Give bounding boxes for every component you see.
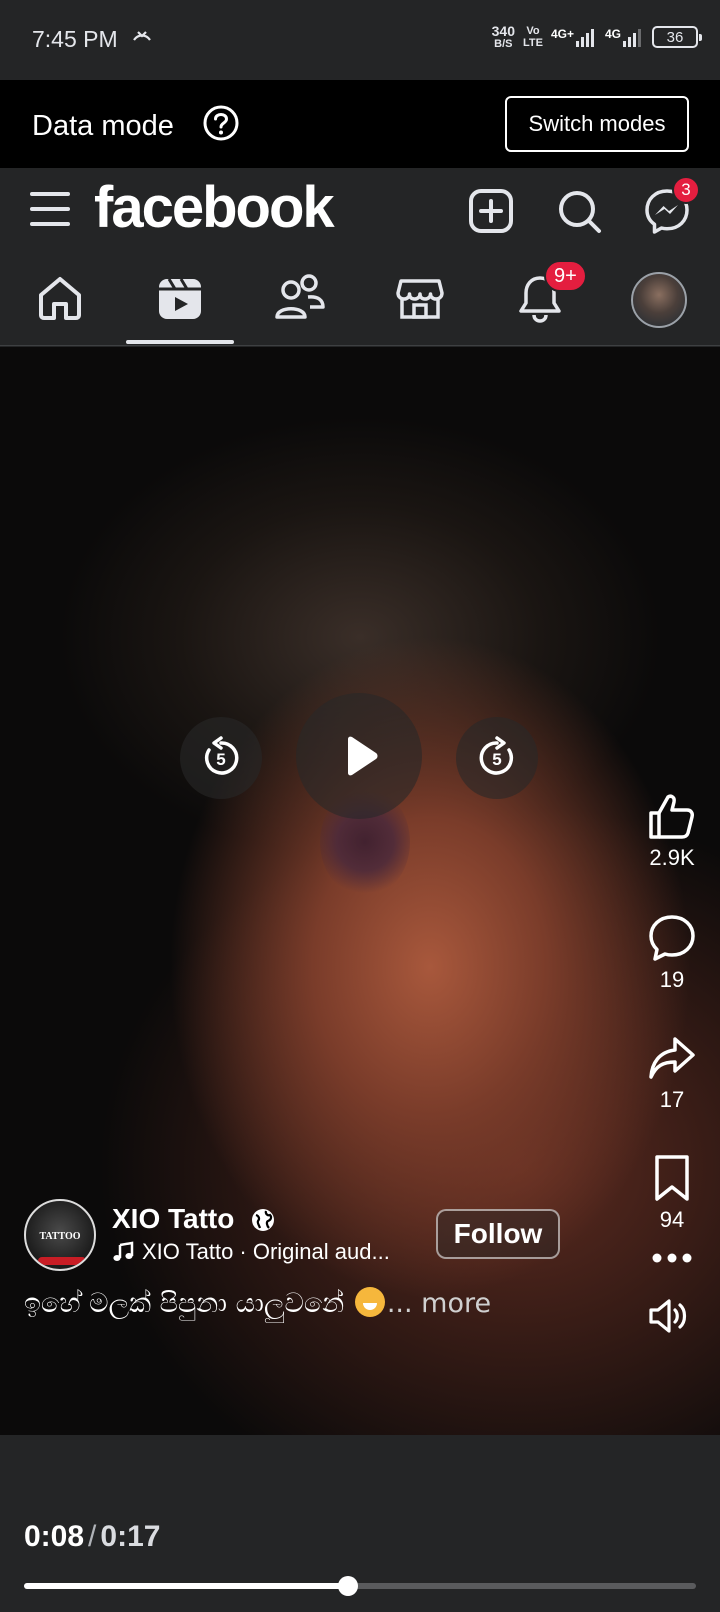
more-options-button[interactable]	[636, 1251, 708, 1265]
share-icon	[649, 1037, 695, 1079]
play-button[interactable]	[296, 693, 422, 819]
help-icon[interactable]	[202, 104, 240, 142]
create-button[interactable]	[466, 186, 516, 236]
play-icon	[348, 736, 378, 776]
like-count: 2.9K	[649, 845, 695, 870]
network-type-2: 4G	[604, 27, 621, 41]
facebook-logo[interactable]: facebook	[94, 174, 335, 241]
share-count: 17	[659, 1087, 685, 1112]
data-mode-label: Data mode	[32, 110, 174, 142]
rewind-seconds: 5	[216, 750, 226, 769]
volte-bottom: LTE	[523, 37, 543, 49]
comment-count: 19	[659, 967, 685, 992]
caption-more-link[interactable]: ... more	[387, 1288, 491, 1319]
menu-icon[interactable]	[30, 192, 74, 228]
video-icon	[159, 278, 201, 319]
data-mode-bar: Data mode Switch modes	[0, 80, 720, 168]
progress-thumb[interactable]	[337, 1576, 358, 1596]
plus-square-icon	[469, 189, 513, 233]
save-count: 94	[659, 1207, 685, 1232]
progress-fill	[24, 1583, 348, 1589]
time-separator: /	[88, 1520, 97, 1553]
globe-icon	[252, 1209, 274, 1231]
marketplace-icon	[396, 279, 444, 319]
follow-button[interactable]: Follow	[436, 1209, 560, 1259]
missed-call-icon	[133, 31, 151, 41]
forward-5-button[interactable]: 5	[456, 717, 538, 799]
tab-home[interactable]	[30, 270, 90, 326]
audio-info[interactable]: XIO Tatto · Original aud...	[112, 1239, 390, 1265]
like-action[interactable]: 2.9K	[636, 791, 708, 871]
comment-icon	[649, 915, 695, 961]
search-icon	[559, 191, 601, 233]
author-name[interactable]: XIO Tatto	[112, 1203, 234, 1235]
switch-modes-button[interactable]: Switch modes	[505, 96, 689, 152]
signal-strength-icon	[623, 29, 641, 47]
like-icon	[649, 794, 694, 839]
time-readout: 0:08/0:17	[24, 1520, 160, 1554]
save-action[interactable]: 94	[636, 1153, 708, 1233]
forward-seconds: 5	[492, 750, 502, 769]
tab-bar: 9+	[0, 248, 720, 346]
notifications-badge: 9+	[544, 260, 587, 292]
network-type-1: 4G+	[550, 27, 574, 41]
music-note-icon	[113, 1241, 134, 1261]
app-header: facebook 3	[0, 168, 720, 248]
total-time: 0:17	[100, 1520, 161, 1553]
progress-track[interactable]	[24, 1576, 696, 1596]
signal-2: 4G	[605, 27, 644, 47]
author-avatar[interactable]: TATTOO	[24, 1199, 96, 1271]
profile-avatar[interactable]	[631, 272, 687, 328]
status-bar: 7:45 PM 340 B/S Vo LTE 4G+ 4G 36	[0, 0, 720, 80]
network-speed-unit: B/S	[494, 38, 513, 50]
network-speed-value: 340	[491, 23, 515, 39]
caption-text: ඉහේ මලක් පිපුනා යාලුවනේ	[24, 1288, 345, 1319]
battery-indicator: 36	[652, 26, 702, 48]
status-indicators: 340 B/S Vo LTE 4G+ 4G 36	[492, 24, 702, 50]
signal-strength-icon	[575, 29, 594, 47]
audio-label: XIO Tatto · Original aud...	[142, 1239, 390, 1264]
friends-icon	[275, 274, 325, 319]
author-logo-text: TATTOO	[39, 1231, 81, 1242]
volume-button[interactable]	[632, 1293, 704, 1339]
status-time: 7:45 PM	[32, 26, 118, 52]
share-action[interactable]: 17	[636, 1033, 708, 1113]
laughing-emoji-icon	[354, 1287, 385, 1317]
volte-indicator: Vo LTE	[523, 25, 543, 49]
volume-icon	[649, 1299, 687, 1333]
tab-marketplace[interactable]	[390, 270, 450, 326]
tab-friends[interactable]	[270, 270, 330, 326]
network-speed: 340 B/S	[492, 24, 515, 50]
video-player[interactable]: 5 5 2.9K 19 17 94 TATTOO XIO Tatto XIO T…	[0, 347, 720, 1435]
signal-1: 4G+	[551, 27, 597, 47]
messenger-badge: 3	[672, 176, 700, 204]
video-caption[interactable]: ඉහේ මලක් පිපුනා යාලුවනේ ... more	[24, 1287, 491, 1320]
tab-video[interactable]	[150, 270, 210, 326]
more-icon	[652, 1253, 692, 1263]
comment-action[interactable]: 19	[636, 913, 708, 993]
home-icon	[39, 277, 81, 320]
current-time: 0:08	[24, 1520, 85, 1553]
search-button[interactable]	[554, 186, 604, 236]
active-tab-indicator	[126, 340, 234, 344]
rewind-5-button[interactable]: 5	[180, 717, 262, 799]
volte-top: Vo	[526, 25, 540, 37]
bookmark-icon	[655, 1155, 689, 1201]
